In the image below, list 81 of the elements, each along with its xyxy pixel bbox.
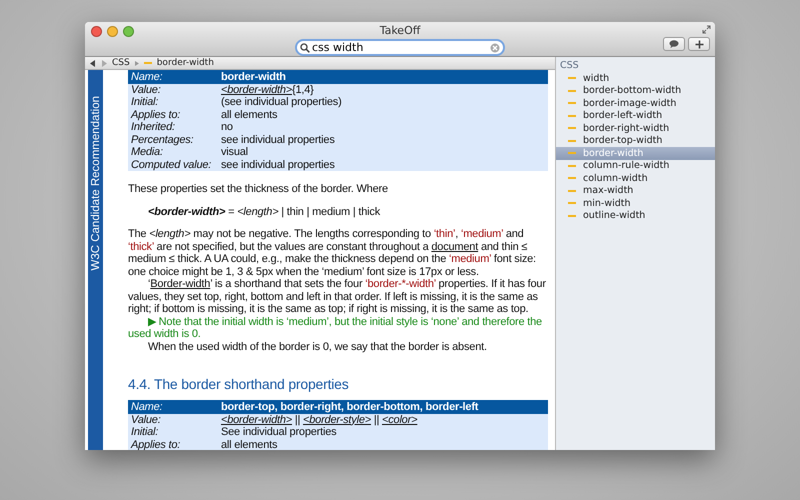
property-label: Media: bbox=[128, 146, 218, 158]
property-value: see individual properties bbox=[218, 134, 548, 146]
property-label: Percentages: bbox=[128, 134, 218, 146]
dash-icon bbox=[568, 77, 576, 80]
dash-icon bbox=[568, 152, 576, 154]
property-value: all elements bbox=[218, 108, 548, 121]
text-link[interactable]: Border-width bbox=[150, 278, 210, 290]
sidebar-item[interactable]: min-width bbox=[556, 197, 715, 210]
close-button[interactable] bbox=[91, 26, 102, 37]
back-icon[interactable] bbox=[90, 60, 96, 66]
sidebar-heading: CSS bbox=[559, 60, 580, 72]
speech-bubble-icon bbox=[669, 40, 679, 48]
text-link[interactable]: <color> bbox=[382, 414, 418, 426]
sidebar-item[interactable]: max-width bbox=[556, 184, 715, 197]
text-link[interactable]: <border-style> bbox=[303, 414, 371, 426]
property-value: no bbox=[218, 121, 548, 134]
dash-icon bbox=[568, 127, 576, 130]
property-label: Computed value: bbox=[128, 158, 218, 171]
search-field[interactable]: css width bbox=[295, 39, 505, 56]
comment-button[interactable] bbox=[663, 37, 685, 51]
property-name: border-width bbox=[218, 70, 548, 84]
fullscreen-icon[interactable] bbox=[702, 25, 711, 34]
property-label: Initial: bbox=[128, 96, 218, 108]
dash-icon bbox=[568, 140, 576, 142]
dash-icon bbox=[568, 177, 576, 180]
sidebar-item[interactable]: outline-width bbox=[556, 210, 715, 222]
sidebar-item[interactable]: border-right-width bbox=[556, 122, 715, 134]
property-value: visual bbox=[218, 146, 548, 158]
text-link[interactable]: <border-width> bbox=[221, 84, 292, 96]
property-value: (see individual properties) bbox=[218, 96, 548, 108]
paragraph: The <length> may not be negative. The lengths corresponding to ‘thin’, ‘medium’ and ‘thick’ are not specified, but the values are constant throughout a document and thin ≤ medium ≤ thick. A UA could, e.g., make the thickness depend on the ‘medium’ font size: one choice might be 1, 3 & 5px when the ‘medium’ font size is 17px or less. bbox=[128, 228, 537, 278]
property-value: all elements bbox=[218, 438, 548, 450]
clear-icon[interactable] bbox=[490, 42, 500, 52]
add-button[interactable] bbox=[688, 37, 710, 51]
sidebar-item[interactable]: border-bottom-width bbox=[556, 84, 715, 97]
search-text: css width bbox=[312, 41, 364, 54]
sidebar-item[interactable]: width bbox=[556, 72, 715, 84]
dash-icon bbox=[144, 62, 152, 64]
dash-icon bbox=[568, 190, 576, 192]
property-label: Initial: bbox=[128, 426, 218, 438]
section-heading: 4.4. The border shorthand properties bbox=[128, 375, 350, 393]
dash-icon bbox=[568, 164, 576, 167]
property-label: Applies to: bbox=[128, 108, 218, 121]
property-label: Inherited: bbox=[128, 121, 218, 134]
property-value: See individual properties bbox=[218, 426, 548, 438]
sidebar-item[interactable]: column-rule-width bbox=[556, 160, 715, 172]
property-value: see individual properties bbox=[218, 158, 548, 171]
syntax-formula: <border-width> = <length> | thin | medium | thick bbox=[147, 206, 382, 218]
zoom-button[interactable] bbox=[123, 26, 134, 37]
sidebar-item[interactable]: border-top-width bbox=[556, 134, 715, 147]
property-label: Applies to: bbox=[128, 438, 218, 450]
sidebar-item[interactable]: border-left-width bbox=[556, 110, 715, 122]
sidebar-item[interactable]: border-image-width bbox=[556, 97, 715, 110]
property-name: border-top, border-right, border-bottom, border-left bbox=[218, 400, 548, 414]
paragraph: ‘Border-width’ is a shorthand that sets the four ‘border-*-width’ properties. If it has four values, they set top, right, bottom and left in that order. If left is missing, it is the same as right; if bottom is missing, it is the same as top; if right is missing, it is the same as top. bbox=[128, 278, 547, 316]
value-text: || bbox=[294, 414, 302, 426]
banner-text: W3C Candidate Recommendation bbox=[90, 96, 102, 271]
dash-icon bbox=[568, 102, 576, 104]
value-text: {1,4} bbox=[292, 84, 314, 96]
search-icon bbox=[300, 42, 310, 52]
note-paragraph: ▶ Note that the initial width is ‘medium’, but the initial style is ‘none’ and therefore the used width is 0. bbox=[128, 316, 543, 340]
paragraph: When the used width of the border is 0, we say that the border is absent. bbox=[147, 340, 488, 353]
plus-icon bbox=[694, 40, 704, 48]
breadcrumb-item[interactable]: border-width bbox=[156, 58, 214, 68]
value-text: || bbox=[372, 414, 380, 426]
paragraph: These properties set the thickness of the border. Where bbox=[128, 183, 389, 196]
window-title: TakeOff bbox=[380, 24, 420, 37]
text-link[interactable]: <border-width> bbox=[221, 414, 292, 426]
property-label: Name: bbox=[128, 70, 218, 84]
dash-icon bbox=[568, 202, 576, 204]
dash-icon bbox=[568, 214, 576, 217]
breadcrumb-item[interactable]: CSS bbox=[112, 58, 130, 68]
text-link[interactable]: document bbox=[431, 240, 478, 252]
property-label: Value: bbox=[128, 84, 218, 96]
property-label: Name: bbox=[128, 400, 218, 414]
property-label: Value: bbox=[128, 414, 218, 426]
dash-icon bbox=[568, 114, 576, 117]
minimize-button[interactable] bbox=[107, 26, 118, 37]
separator-icon bbox=[134, 60, 139, 66]
dash-icon bbox=[568, 90, 576, 92]
sidebar-item[interactable]: column-width bbox=[556, 172, 715, 184]
